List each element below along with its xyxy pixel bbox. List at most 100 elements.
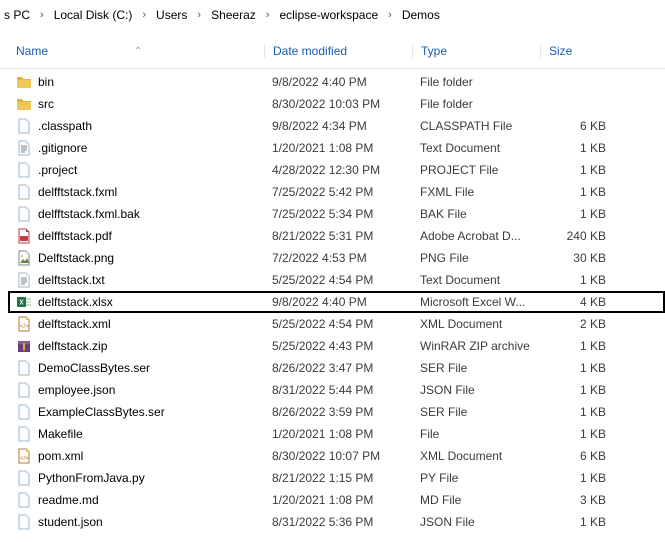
file-name-label: bin [38,75,54,89]
file-type-cell: File folder [412,97,540,111]
file-name-cell: Delftstack.png [16,250,264,266]
file-row[interactable]: PythonFromJava.py8/21/2022 1:15 PMPY Fil… [0,467,665,489]
file-size-cell: 6 KB [540,449,606,463]
chevron-right-icon: › [266,9,270,21]
file-row[interactable]: delfftstack.fxml7/25/2022 5:42 PMFXML Fi… [0,181,665,203]
file-row[interactable]: .project4/28/2022 12:30 PMPROJECT File1 … [0,159,665,181]
file-name-cell: .classpath [16,118,264,134]
file-row[interactable]: DemoClassBytes.ser8/26/2022 3:47 PMSER F… [0,357,665,379]
column-header-type[interactable]: Type [412,44,540,58]
file-row[interactable]: delftstack.zip5/25/2022 4:43 PMWinRAR ZI… [0,335,665,357]
breadcrumb[interactable]: s PC › Local Disk (C:) › Users › Sheeraz › eclip… [0,0,665,34]
text-icon [16,272,32,288]
file-date-cell: 8/21/2022 1:15 PM [264,471,412,485]
png-icon [16,250,32,266]
xml-icon [16,316,32,332]
file-icon [16,118,32,134]
chevron-right-icon: › [40,9,44,21]
file-name-label: delftstack.zip [38,339,107,353]
file-row[interactable]: .gitignore1/20/2021 1:08 PMText Document… [0,137,665,159]
column-header-size[interactable]: Size [540,44,620,58]
file-type-cell: SER File [412,361,540,375]
file-name-cell: pom.xml [16,448,264,464]
file-name-label: delftstack.txt [38,273,105,287]
text-icon [16,140,32,156]
file-size-cell: 1 KB [540,141,606,155]
file-date-cell: 8/31/2022 5:36 PM [264,515,412,529]
zip-icon [16,338,32,354]
file-list: bin9/8/2022 4:40 PMFile foldersrc8/30/20… [0,69,665,533]
file-date-cell: 5/25/2022 4:43 PM [264,339,412,353]
file-row[interactable]: delftstack.xlsx9/8/2022 4:40 PMMicrosoft… [8,291,665,313]
file-type-cell: File folder [412,75,540,89]
file-date-cell: 7/25/2022 5:42 PM [264,185,412,199]
file-name-label: src [38,97,54,111]
file-date-cell: 8/26/2022 3:59 PM [264,405,412,419]
file-row[interactable]: delftstack.txt5/25/2022 4:54 PMText Docu… [0,269,665,291]
file-icon [16,382,32,398]
file-date-cell: 8/31/2022 5:44 PM [264,383,412,397]
file-type-cell: Text Document [412,273,540,287]
file-name-label: .classpath [38,119,92,133]
chevron-right-icon: › [388,9,392,21]
file-name-cell: Makefile [16,426,264,442]
file-row[interactable]: Makefile1/20/2021 1:08 PMFile1 KB [0,423,665,445]
file-row[interactable]: Delftstack.png7/2/2022 4:53 PMPNG File30… [0,247,665,269]
file-name-cell: delfftstack.fxml [16,184,264,200]
file-row[interactable]: delfftstack.pdf8/21/2022 5:31 PMAdobe Ac… [0,225,665,247]
file-row[interactable]: bin9/8/2022 4:40 PMFile folder [0,71,665,93]
file-name-label: delfftstack.fxml [38,185,117,199]
file-icon [16,206,32,222]
file-name-label: .gitignore [38,141,87,155]
file-row[interactable]: employee.json8/31/2022 5:44 PMJSON File1… [0,379,665,401]
file-name-cell: delftstack.xml [16,316,264,332]
file-name-cell: readme.md [16,492,264,508]
file-name-label: ExampleClassBytes.ser [38,405,165,419]
folder-icon [16,74,32,90]
file-date-cell: 5/25/2022 4:54 PM [264,317,412,331]
file-row[interactable]: delftstack.xml 5/25/2022 4:54 PMXML Docum… [0,313,665,335]
file-name-cell: DemoClassBytes.ser [16,360,264,376]
file-type-cell: PNG File [412,251,540,265]
breadcrumb-item[interactable]: Sheeraz [207,6,260,24]
file-row[interactable]: .classpath9/8/2022 4:34 PMCLASSPATH File… [0,115,665,137]
breadcrumb-item[interactable]: Demos [398,6,444,24]
breadcrumb-item[interactable]: eclipse-workspace [275,6,382,24]
chevron-right-icon: › [197,9,201,21]
file-type-cell: XML Document [412,317,540,331]
file-size-cell: 1 KB [540,185,606,199]
file-name-label: .project [38,163,77,177]
file-row[interactable]: ExampleClassBytes.ser8/26/2022 3:59 PMSE… [0,401,665,423]
file-type-cell: File [412,427,540,441]
file-icon [16,360,32,376]
file-name-label: delftstack.xml [38,317,111,331]
file-icon [16,492,32,508]
file-name-label: PythonFromJava.py [38,471,145,485]
file-type-cell: XML Document [412,449,540,463]
file-name-cell: bin [16,74,264,90]
file-row[interactable]: delfftstack.fxml.bak7/25/2022 5:34 PMBAK… [0,203,665,225]
file-name-cell: .gitignore [16,140,264,156]
file-size-cell: 1 KB [540,383,606,397]
file-name-cell: delftstack.zip [16,338,264,354]
file-row[interactable]: readme.md1/20/2021 1:08 PMMD File3 KB [0,489,665,511]
file-row[interactable]: pom.xml8/30/2022 10:07 PMXML Document6 K… [0,445,665,467]
file-type-cell: PROJECT File [412,163,540,177]
pdf-icon [16,228,32,244]
file-date-cell: 9/8/2022 4:34 PM [264,119,412,133]
file-name-label: delfftstack.fxml.bak [38,207,140,221]
file-date-cell: 7/25/2022 5:34 PM [264,207,412,221]
file-icon [16,470,32,486]
breadcrumb-item[interactable]: Users [152,6,191,24]
file-row[interactable]: src8/30/2022 10:03 PMFile folder [0,93,665,115]
file-row[interactable]: student.json8/31/2022 5:36 PMJSON File1 … [0,511,665,533]
column-header-date[interactable]: Date modified [264,44,412,58]
file-size-cell: 2 KB [540,317,606,331]
column-header-name[interactable]: Name ⌃ [16,44,264,58]
breadcrumb-item[interactable]: s PC [0,6,34,24]
file-type-cell: MD File [412,493,540,507]
breadcrumb-item[interactable]: Local Disk (C:) [50,6,137,24]
file-icon [16,162,32,178]
file-name-label: DemoClassBytes.ser [38,361,150,375]
file-size-cell: 1 KB [540,361,606,375]
